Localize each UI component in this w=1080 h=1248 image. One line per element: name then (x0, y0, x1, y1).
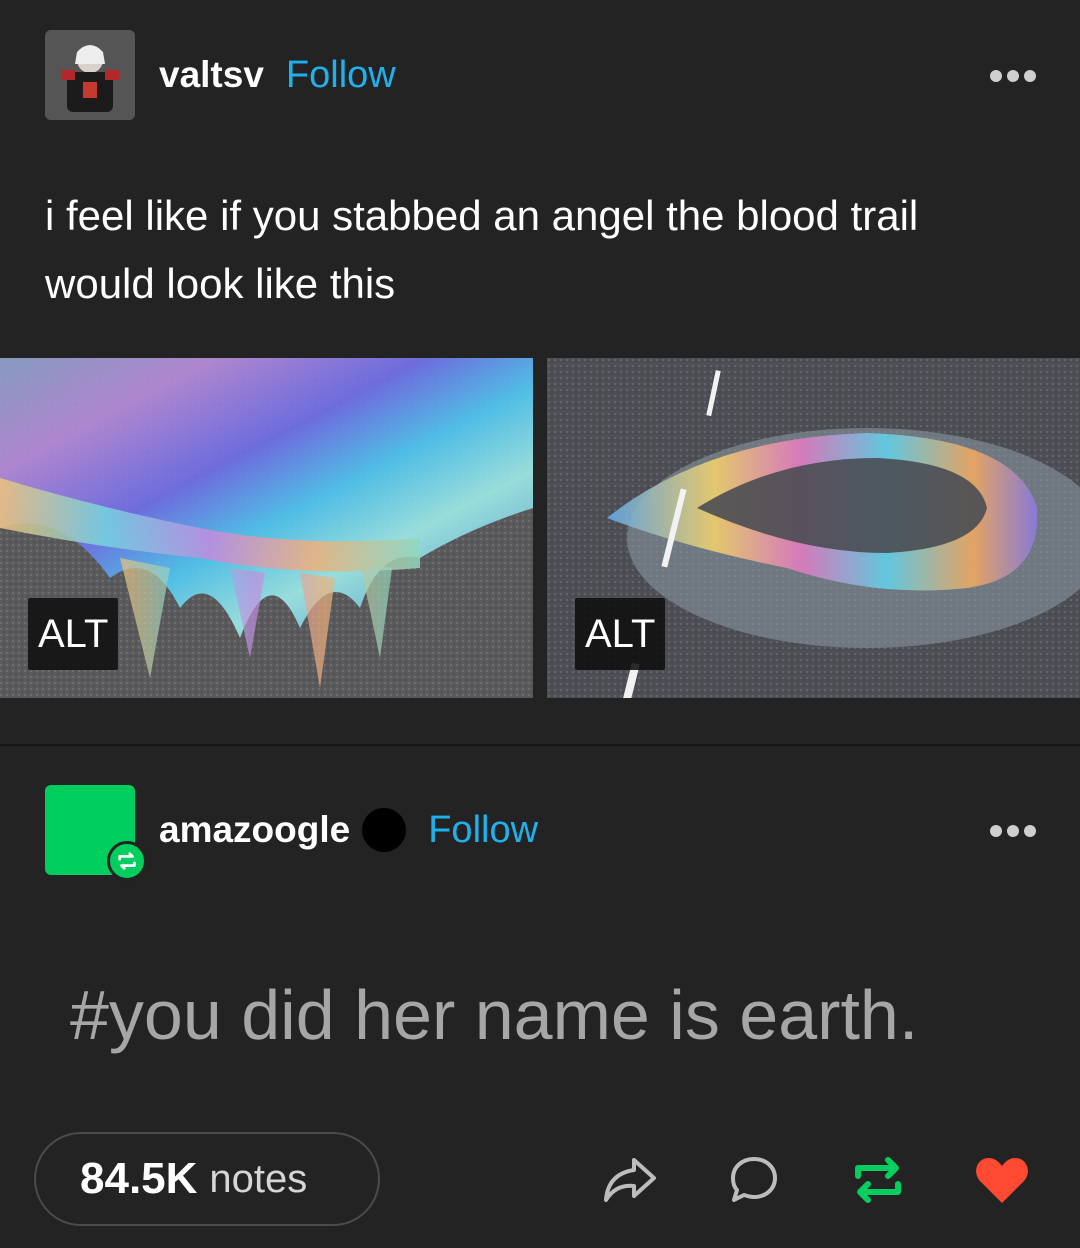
reblog-header: amazoogle Follow (45, 785, 538, 881)
more-options-icon[interactable] (990, 825, 1036, 837)
avatar[interactable] (45, 30, 135, 120)
more-options-icon[interactable] (990, 70, 1036, 82)
reblog-badge-icon (107, 841, 147, 881)
alt-text-button[interactable]: ALT (28, 598, 119, 670)
notes-button[interactable]: 84.5K notes (34, 1132, 380, 1226)
follow-button[interactable]: Follow (428, 809, 538, 852)
avatar[interactable] (45, 785, 147, 881)
post-divider (0, 744, 1080, 746)
notes-count: 84.5K (80, 1154, 198, 1203)
avatar-image (45, 30, 135, 120)
blog-badge-icon (362, 808, 407, 852)
reply-icon[interactable] (724, 1150, 784, 1210)
post-photo[interactable]: ALT (547, 358, 1080, 698)
follow-button[interactable]: Follow (286, 54, 396, 97)
post-photo[interactable]: ALT (0, 358, 533, 698)
alt-text-button[interactable]: ALT (575, 598, 666, 670)
post-header: valtsv Follow (45, 30, 396, 120)
share-icon[interactable] (600, 1150, 660, 1210)
notes-label: notes (209, 1156, 308, 1201)
reblog-icon[interactable] (848, 1150, 908, 1210)
like-icon[interactable] (972, 1150, 1032, 1210)
reblog-author-name[interactable]: amazoogle (159, 809, 350, 851)
post-body-text: i feel like if you stabbed an angel the … (45, 192, 919, 307)
post-tag[interactable]: #you did her name is earth. (70, 975, 918, 1055)
post-author-name[interactable]: valtsv (159, 54, 264, 96)
